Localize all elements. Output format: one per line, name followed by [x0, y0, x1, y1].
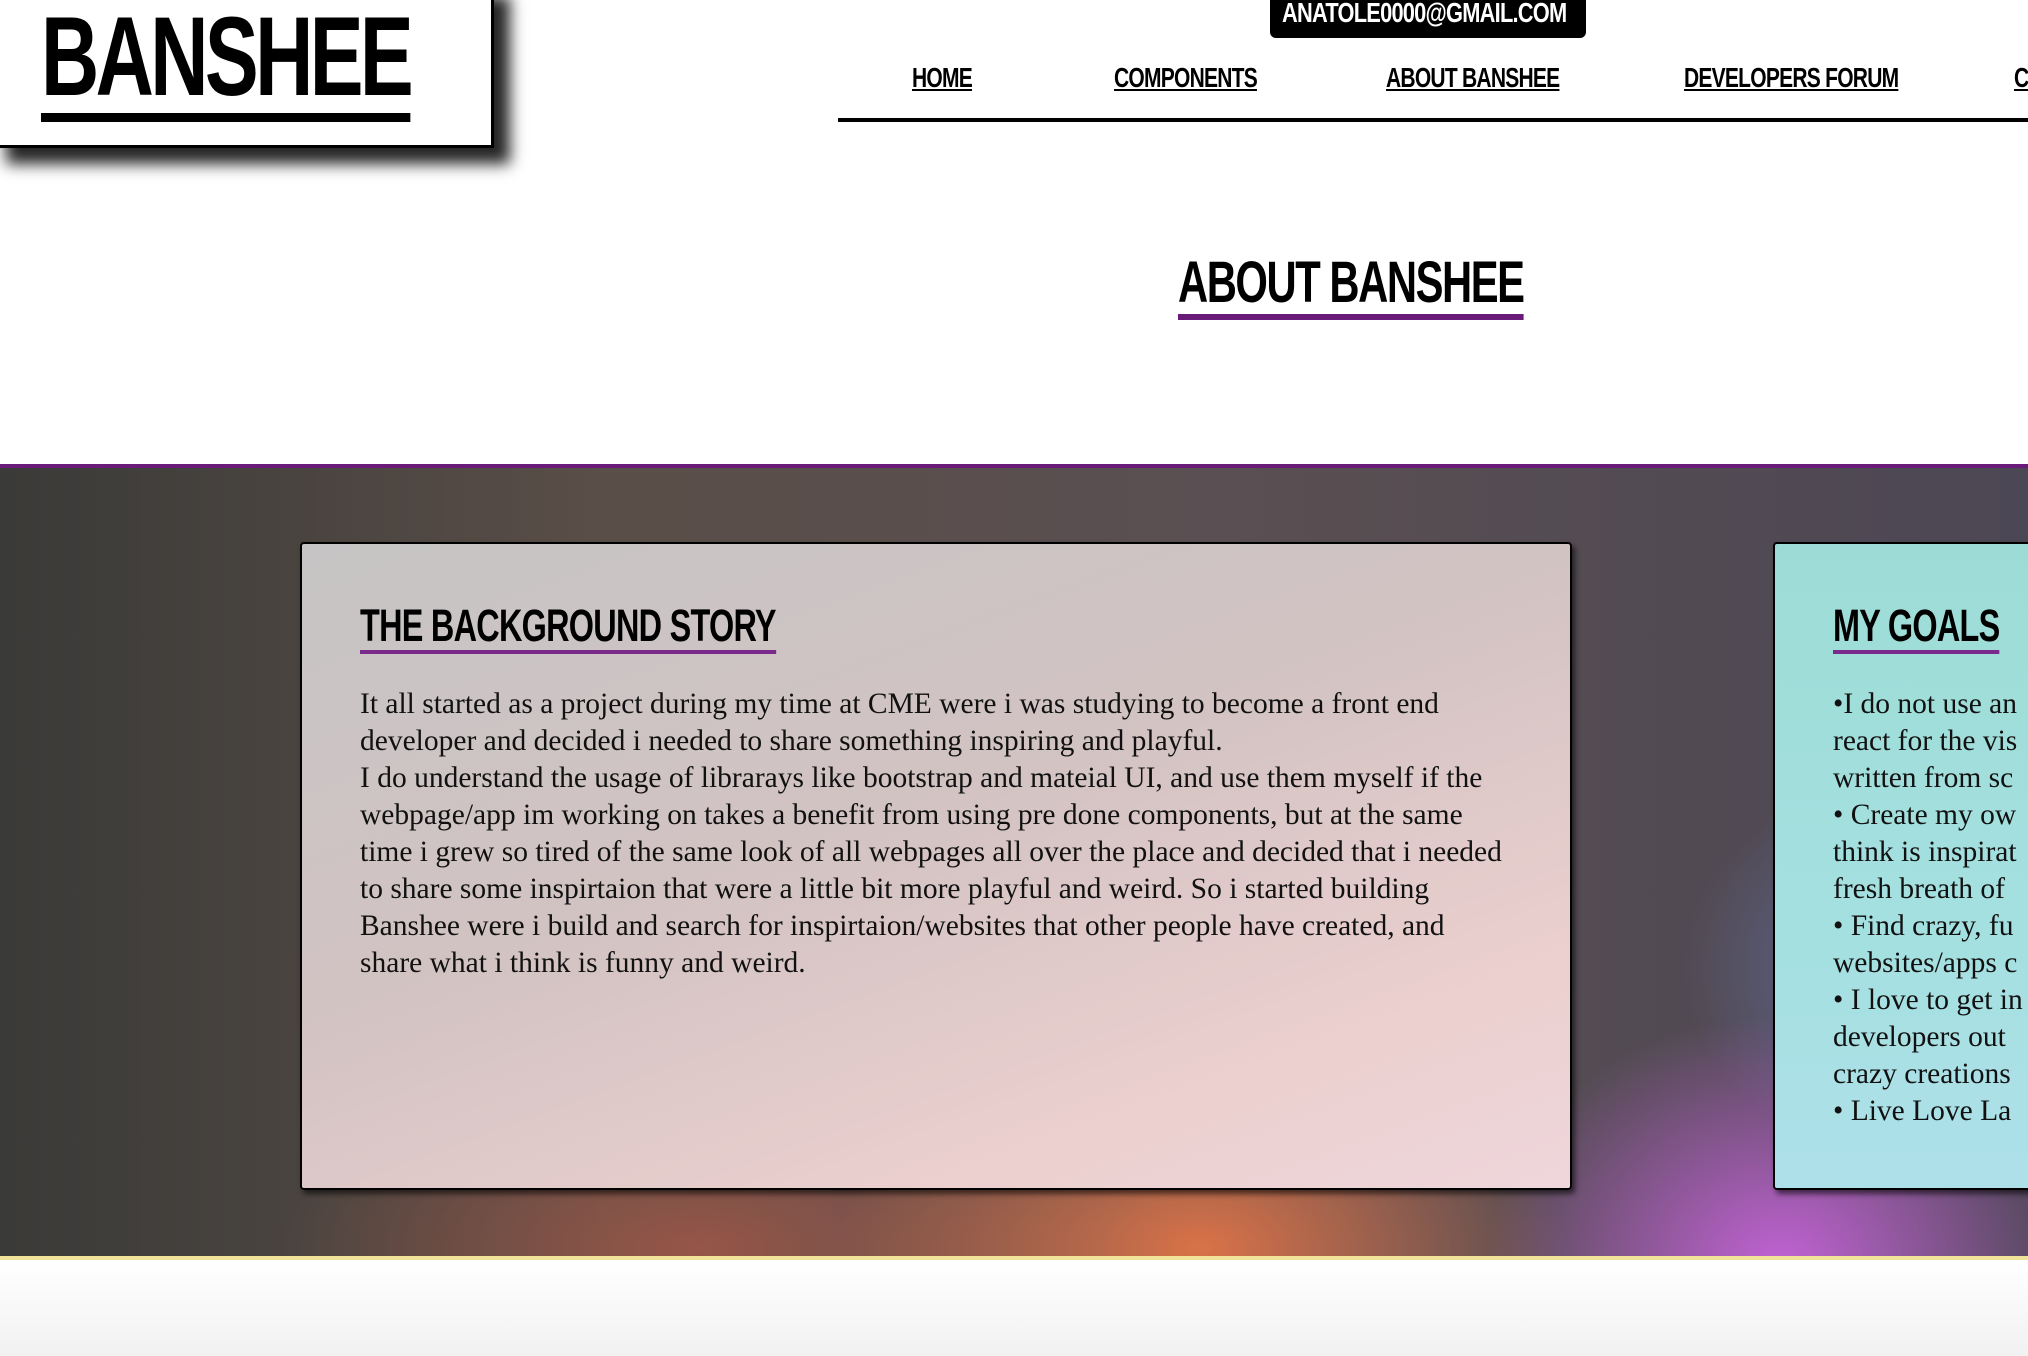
nav-components[interactable]: COMPONENTS — [1114, 62, 1258, 94]
background-story-paragraph-1: It all started as a project during my ti… — [360, 688, 1439, 757]
goal-line: think is inspirat — [1833, 836, 2017, 868]
goal-line: •I do not use an — [1833, 688, 2018, 720]
goal-line: websites/apps c — [1833, 947, 2018, 979]
page-title: ABOUT BANSHEE — [1178, 252, 1525, 320]
goal-line: fresh breath of — [1833, 873, 2006, 905]
site-logo[interactable]: BANSHEE — [41, 1, 414, 122]
background-story-paragraph-2: I do understand the usage of librarays l… — [360, 762, 1502, 979]
nav-item-cut-off[interactable]: C — [2014, 62, 2028, 94]
email-badge[interactable]: anatole0000@gmail.com — [1270, 0, 1586, 38]
about-hero-band: THE BACKGROUND STORY It all started as a… — [0, 464, 2028, 1260]
goal-line: • Live Love La — [1833, 1095, 2012, 1127]
nav-developers-forum[interactable]: DEVELOPERS FORUM — [1684, 62, 1899, 94]
goal-line: developers out — [1833, 1021, 2006, 1053]
my-goals-title: MY GOALS — [1833, 602, 2000, 654]
nav-home[interactable]: HOME — [912, 62, 973, 94]
background-story-title: THE BACKGROUND STORY — [360, 602, 777, 654]
background-story-card: THE BACKGROUND STORY It all started as a… — [300, 542, 1572, 1190]
email-link[interactable]: anatole0000@gmail.com — [1282, 0, 1567, 29]
goal-line: written from sc — [1833, 762, 2014, 794]
logo-box[interactable]: BANSHEE — [0, 0, 494, 148]
main-nav: HOME COMPONENTS ABOUT BANSHEE DEVELOPERS… — [838, 62, 2028, 122]
goal-line: • Find crazy, fu — [1833, 910, 2014, 942]
page-footer-strip — [0, 1260, 2028, 1356]
goal-line: crazy creations — [1833, 1058, 2011, 1090]
goal-line: • Create my ow — [1833, 799, 2017, 831]
goal-line: react for the vis — [1833, 725, 2018, 757]
nav-about-banshee[interactable]: ABOUT BANSHEE — [1386, 62, 1560, 94]
my-goals-card: MY GOALS •I do not use an react for the … — [1773, 542, 2028, 1190]
goal-line: • I love to get in — [1833, 984, 2023, 1016]
my-goals-list: •I do not use an react for the vis writt… — [1833, 686, 2023, 1130]
